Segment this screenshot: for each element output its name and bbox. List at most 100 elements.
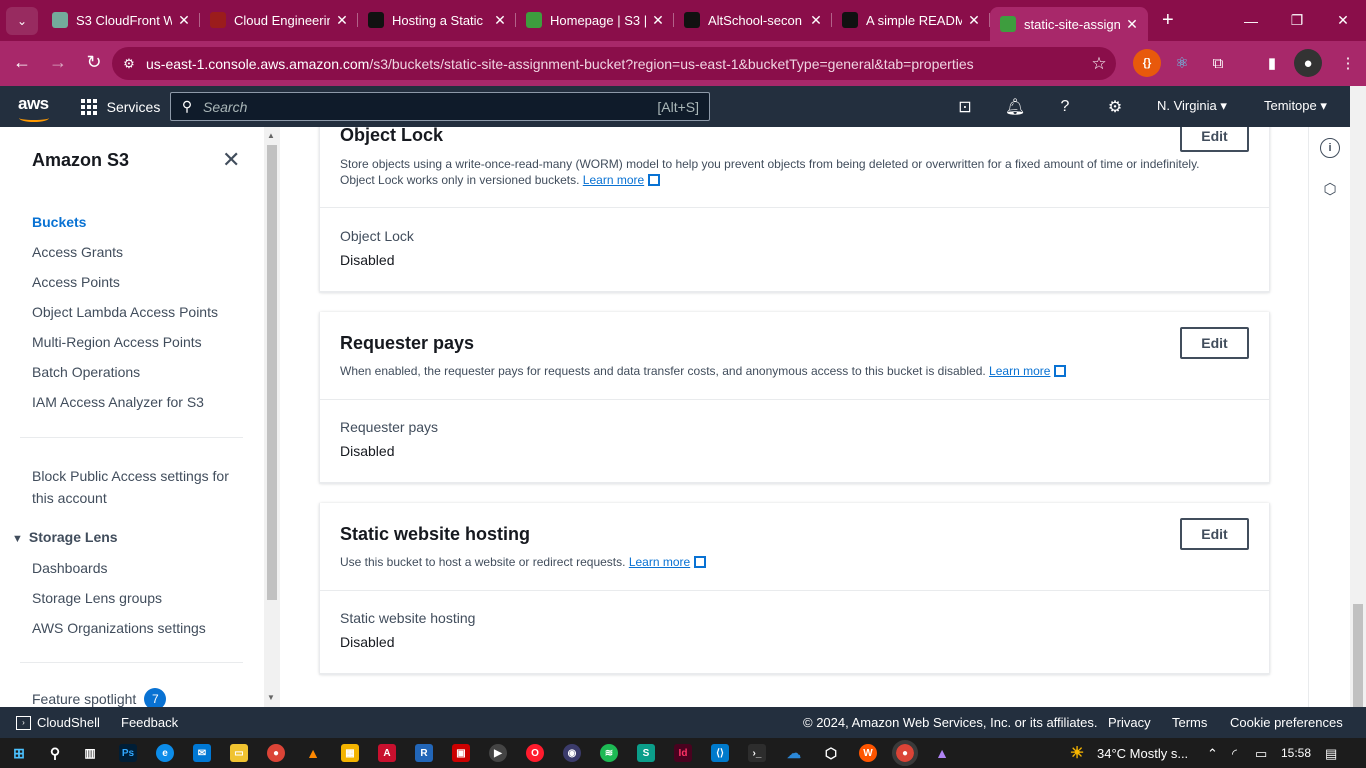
side-panel-icon[interactable]: ▮ [1258,49,1286,77]
media-player-icon[interactable]: ▶ [489,744,507,762]
tab-close-icon[interactable]: ✕ [176,12,192,29]
sidebar-item-block-public-access[interactable]: Block Public Access settings for this ac… [32,465,229,509]
weather-text[interactable]: 34°C Mostly s... [1097,746,1188,761]
sidebar-item-dashboards[interactable]: Dashboards [32,560,108,576]
sidebar-item-object-lambda[interactable]: Object Lambda Access Points [32,304,218,320]
chrome-active-icon[interactable]: ● [892,740,918,766]
sidebar-item-batch-operations[interactable]: Batch Operations [32,364,140,380]
extensions-puzzle-icon[interactable]: ⧉ [1204,49,1232,77]
browser-tab[interactable]: Cloud Engineerin ✕ [200,5,358,35]
object-lock-learn-more-link[interactable]: Learn more [583,173,644,187]
windows-start-icon[interactable]: ⊞ [10,744,28,762]
sidebar-item-buckets[interactable]: Buckets [32,214,86,230]
extension-react-icon[interactable]: ⚛ [1168,49,1196,77]
virtualbox-icon[interactable]: ⬡ [822,744,840,762]
tab-close-icon[interactable]: ✕ [966,12,982,29]
edge-icon[interactable]: e [156,744,174,762]
sidebar-item-multi-region[interactable]: Multi-Region Access Points [32,334,202,350]
new-tab-button[interactable]: + [1162,9,1174,32]
terminal-icon[interactable]: ›_ [748,744,766,762]
sidebar-scrollbar[interactable]: ▲ ▼ [264,127,280,707]
sidebar-item-aws-org-settings[interactable]: AWS Organizations settings [32,620,206,636]
battery-icon[interactable]: ▭ [1255,746,1267,762]
notification-center-icon[interactable]: ▤ [1325,746,1337,762]
file-explorer-icon[interactable]: ▭ [230,744,248,762]
tab-close-icon[interactable]: ✕ [334,12,350,29]
sidebar-item-feature-spotlight[interactable]: Feature spotlight 7 [32,688,167,707]
static-hosting-learn-more-link[interactable]: Learn more [629,555,690,569]
taskbar-search-icon[interactable]: ⚲ [46,744,64,762]
cloudshell-footer-button[interactable]: › CloudShell [16,715,100,730]
sidebar-item-access-grants[interactable]: Access Grants [32,244,123,260]
wifi-icon[interactable]: ◜ [1232,746,1237,762]
browser-tab[interactable]: AltSchool-secon ✕ [674,5,832,35]
feedback-link[interactable]: Feedback [121,715,178,730]
browser-tab[interactable]: static-site-assign ✕ [990,7,1148,41]
requester-pays-edit-button[interactable]: Edit [1180,327,1249,359]
site-info-icon[interactable]: ⚙ [112,56,146,72]
notifications-bell-icon[interactable]: 🔔︎ [1004,96,1026,118]
sidebar-scroll-thumb[interactable] [267,145,277,600]
tab-close-icon[interactable]: ✕ [492,12,508,29]
settings-gear-icon[interactable]: ⚙ [1104,96,1126,118]
static-hosting-edit-button[interactable]: Edit [1180,518,1249,550]
chrome-icon[interactable]: ● [267,744,285,762]
requester-pays-learn-more-link[interactable]: Learn more [989,364,1050,378]
sidebar-item-iam-analyzer[interactable]: IAM Access Analyzer for S3 [32,394,204,410]
calculator-icon[interactable]: ▦ [341,744,359,762]
region-selector[interactable]: N. Virginia ▾ [1157,98,1227,114]
tab-close-icon[interactable]: ✕ [1124,16,1140,33]
r-icon[interactable]: R [415,744,433,762]
help-icon[interactable]: ? [1054,96,1076,118]
spotify-icon[interactable]: ≋ [600,744,618,762]
obs-icon[interactable]: ◉ [563,744,581,762]
cloudshell-icon[interactable]: ⊡ [954,96,976,118]
opera-icon[interactable]: O [526,744,544,762]
scroll-down-icon[interactable]: ▼ [267,693,275,702]
url-field[interactable]: ⚙ us-east-1.console.aws.amazon.com/s3/bu… [112,47,1116,80]
brave-icon[interactable]: W [859,744,877,762]
onedrive-icon[interactable]: ☁ [785,744,803,762]
page-scrollbar[interactable] [1350,86,1366,719]
aws-search-input[interactable]: ⚲ Search [Alt+S] [170,92,710,121]
scroll-up-icon[interactable]: ▲ [267,131,275,140]
extension-json-icon[interactable]: {} [1133,49,1161,77]
app-icon[interactable]: ▣ [452,744,470,762]
browser-tab[interactable]: Homepage | S3 | ✕ [516,5,674,35]
tab-close-icon[interactable]: ✕ [808,12,824,29]
tray-chevron-icon[interactable]: ⌃ [1207,746,1218,762]
storage-lens-section[interactable]: ▼ Storage Lens [12,529,118,545]
account-menu[interactable]: Temitope ▾ [1264,98,1327,114]
services-menu[interactable]: Services [80,98,160,115]
aws-logo[interactable]: aws [18,94,49,122]
sidebar-item-storage-lens-groups[interactable]: Storage Lens groups [32,590,162,606]
bookmark-star-icon[interactable]: ☆ [1082,54,1116,74]
vlc-icon[interactable]: ▲ [304,744,322,762]
tab-close-icon[interactable]: ✕ [650,12,666,29]
browser-menu-icon[interactable]: ⋮ [1334,49,1362,77]
object-lock-edit-button[interactable]: Edit [1180,127,1249,152]
mail-icon[interactable]: ✉ [193,744,211,762]
acrobat-icon[interactable]: A [378,744,396,762]
tab-search-dropdown[interactable]: ⌄ [6,6,38,35]
forward-icon[interactable]: → [40,52,76,73]
cookie-preferences-link[interactable]: Cookie preferences [1230,715,1343,730]
minimize-icon[interactable]: — [1228,0,1274,41]
browser-tab[interactable]: A simple READM ✕ [832,5,990,35]
reload-icon[interactable]: ↻ [76,52,112,73]
page-scroll-thumb[interactable] [1353,604,1363,719]
terms-link[interactable]: Terms [1172,715,1207,730]
back-icon[interactable]: ← [4,52,40,73]
restore-icon[interactable]: ❐ [1274,0,1320,41]
close-icon[interactable]: ✕ [222,147,240,173]
clock-time[interactable]: 15:58 [1281,746,1311,760]
info-icon[interactable]: i [1320,138,1340,158]
app-s-icon[interactable]: S [637,744,655,762]
vscode-icon[interactable]: ⟨⟩ [711,744,729,762]
task-view-icon[interactable]: ▥ [81,744,99,762]
privacy-link[interactable]: Privacy [1108,715,1151,730]
profile-avatar[interactable]: ● [1294,49,1322,77]
photoshop-icon[interactable]: Ps [119,744,137,762]
indesign-icon[interactable]: Id [674,744,692,762]
browser-tab[interactable]: Hosting a Static ✕ [358,5,516,35]
